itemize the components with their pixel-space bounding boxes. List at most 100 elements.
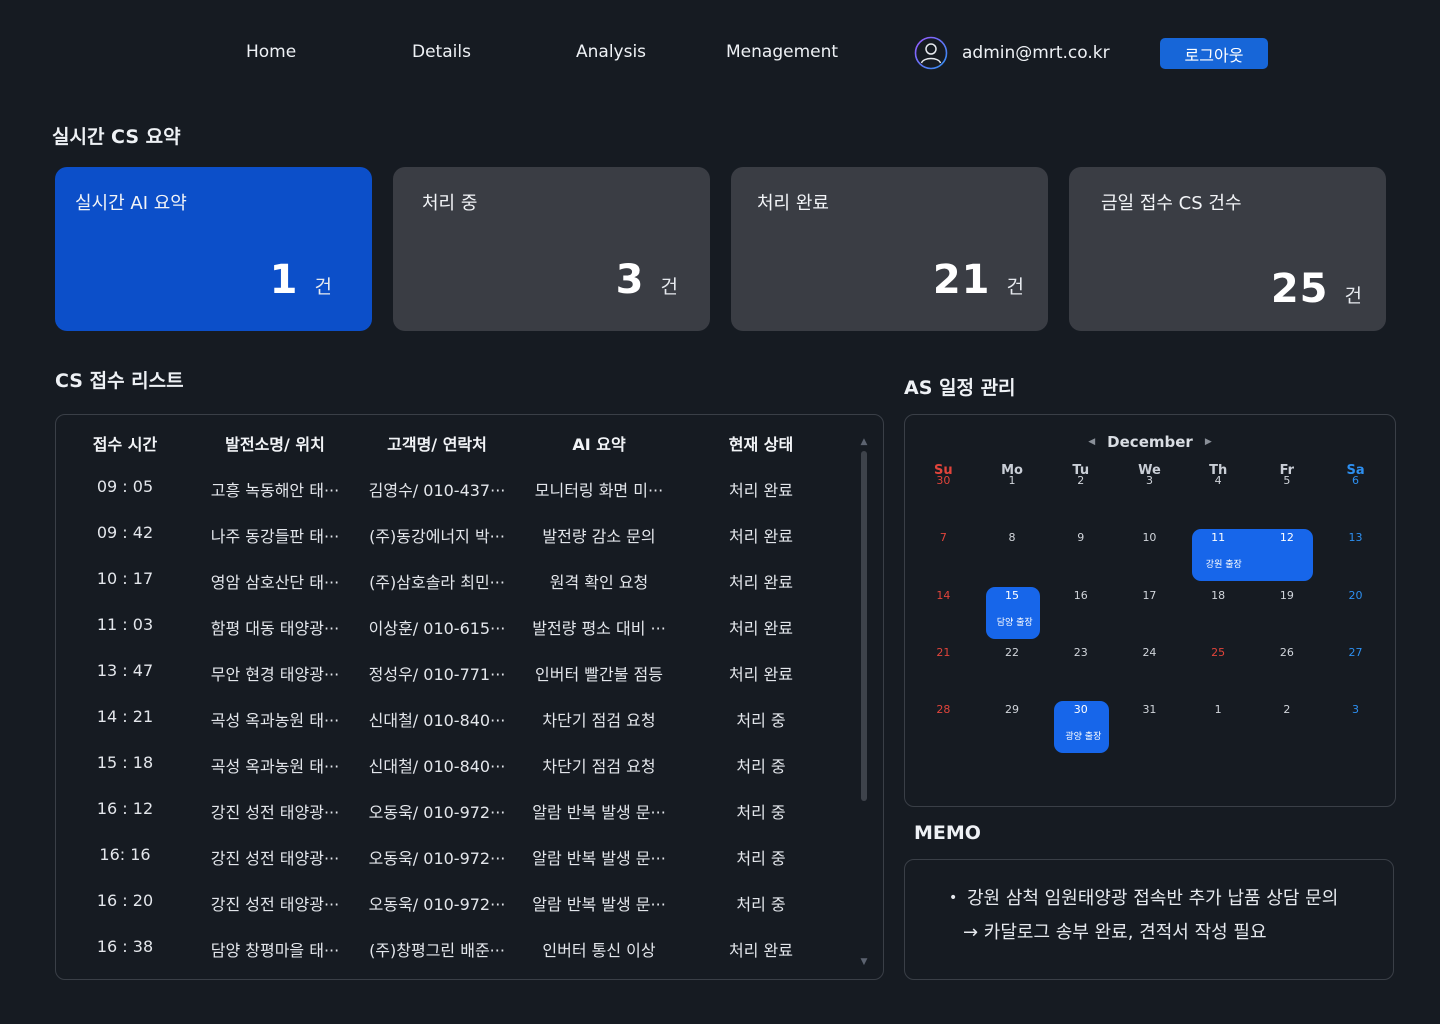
nav-management[interactable]: Menagement: [726, 42, 838, 62]
calendar-day[interactable]: 31: [1115, 703, 1184, 716]
logout-button[interactable]: 로그아웃: [1160, 38, 1268, 69]
scroll-down-icon[interactable]: ▼: [859, 957, 869, 967]
card-title: 금일 접수 CS 건수: [1101, 193, 1242, 214]
nav-home[interactable]: Home: [246, 42, 296, 62]
cell-time: 09 : 05: [96, 477, 154, 496]
summary-title: 실시간 CS 요약: [52, 126, 181, 148]
calendar-day[interactable]: 14: [909, 589, 978, 602]
cell-plant: 고흥 녹동해안 태···: [210, 481, 340, 500]
calendar-day[interactable]: 15: [978, 589, 1047, 602]
calendar-day[interactable]: 27: [1321, 646, 1390, 659]
calendar-day[interactable]: 23: [1046, 646, 1115, 659]
calendar-day[interactable]: 29: [978, 703, 1047, 716]
card-title: 처리 중: [422, 193, 478, 214]
calendar-day[interactable]: 5: [1253, 474, 1322, 487]
calendar-day[interactable]: 24: [1115, 646, 1184, 659]
cell-plant: 담양 창평마을 태···: [210, 941, 340, 960]
cell-customer: 정성우/ 010-771···: [368, 665, 506, 684]
card-title: 처리 완료: [757, 193, 829, 214]
calendar-day[interactable]: 2: [1046, 474, 1115, 487]
cell-ai-summary: 차단기 점검 요청: [542, 757, 656, 776]
cs-list-title: CS 접수 리스트: [55, 370, 184, 392]
table-row[interactable]: 10 : 17 영암 삼호산단 태··· (주)삼호솔라 최민··· 원격 확인 요청…: [56, 569, 856, 593]
memo-line: 강원 삼척 임원태양광 접속반 추가 납품 상담 문의: [967, 888, 1339, 909]
calendar-day[interactable]: 17: [1115, 589, 1184, 602]
card-count: 3 건: [616, 257, 678, 303]
card-number: 25: [1270, 266, 1329, 312]
cell-customer: 이상훈/ 010-615···: [368, 619, 506, 638]
cell-status: 처리 중: [736, 849, 786, 868]
scroll-up-icon[interactable]: ▲: [859, 437, 869, 447]
list-scrollbar[interactable]: ▲ ▼: [859, 437, 869, 967]
cell-plant: 함평 대동 태양광···: [210, 619, 340, 638]
calendar-day[interactable]: 21: [909, 646, 978, 659]
card-number: 1: [269, 257, 299, 303]
calendar-day[interactable]: 1: [1184, 703, 1253, 716]
calendar-day[interactable]: 25: [1184, 646, 1253, 659]
memo-title: MEMO: [914, 822, 981, 844]
cell-status: 처리 완료: [729, 573, 793, 592]
calendar-day[interactable]: 30: [909, 474, 978, 487]
table-row[interactable]: 15 : 18 곡성 옥과농원 태··· 신대철/ 010-840··· 차단기 점검…: [56, 753, 856, 777]
table-row[interactable]: 14 : 21 곡성 옥과농원 태··· 신대철/ 010-840··· 차단기 점검…: [56, 707, 856, 731]
calendar-day[interactable]: 4: [1184, 474, 1253, 487]
calendar-day[interactable]: 18: [1184, 589, 1253, 602]
calendar-day[interactable]: 7: [909, 531, 978, 544]
summary-card-in-progress[interactable]: 처리 중 3 건: [393, 167, 710, 331]
calendar-day[interactable]: 1: [978, 474, 1047, 487]
nav-analysis[interactable]: Analysis: [576, 42, 646, 62]
cell-ai-summary: 알람 반복 발생 문···: [532, 803, 666, 822]
user-avatar-icon[interactable]: [914, 36, 948, 70]
card-count: 21 건: [933, 257, 1024, 303]
cell-time: 09 : 42: [96, 523, 154, 542]
column-header: AI 요약: [572, 435, 626, 454]
calendar-day[interactable]: 30: [1046, 703, 1115, 716]
calendar-day[interactable]: 12: [1253, 531, 1322, 544]
next-month-icon[interactable]: ▶: [1205, 437, 1212, 447]
event-label: 담양 출장: [996, 617, 1033, 628]
user-email: admin@mrt.co.kr: [962, 43, 1110, 63]
summary-card-ai[interactable]: 실시간 AI 요약 1 건: [55, 167, 372, 331]
cell-plant: 영암 삼호산단 태···: [210, 573, 340, 592]
calendar-day[interactable]: 9: [1046, 531, 1115, 544]
calendar-day[interactable]: 8: [978, 531, 1047, 544]
card-number: 21: [932, 257, 991, 303]
cell-status: 처리 중: [736, 757, 786, 776]
calendar-day[interactable]: 16: [1046, 589, 1115, 602]
summary-card-done[interactable]: 처리 완료 21 건: [731, 167, 1048, 331]
cell-customer: (주)삼호솔라 최민···: [369, 573, 505, 592]
memo-panel[interactable]: • 강원 삼척 임원태양광 접속반 추가 납품 상담 문의 → 카달로그 송부 …: [904, 859, 1394, 980]
prev-month-icon[interactable]: ◀: [1088, 437, 1095, 447]
calendar-day[interactable]: 19: [1253, 589, 1322, 602]
table-row[interactable]: 16: 16 강진 성전 태양광··· 오동욱/ 010-972··· 알람 반복 발…: [56, 845, 856, 869]
cell-ai-summary: 차단기 점검 요청: [542, 711, 656, 730]
cell-plant: 무안 현경 태양광···: [210, 665, 340, 684]
calendar-day[interactable]: 28: [909, 703, 978, 716]
table-row[interactable]: 16 : 20 강진 성전 태양광··· 오동욱/ 010-972··· 알람 반복 …: [56, 891, 856, 915]
calendar-day[interactable]: 11: [1184, 531, 1253, 544]
calendar-day[interactable]: 6: [1321, 474, 1390, 487]
table-row[interactable]: 09 : 42 나주 동강들판 태··· (주)동강에너지 박··· 발전량 감소 문…: [56, 523, 856, 547]
calendar-day[interactable]: 3: [1115, 474, 1184, 487]
event-label: 강원 출장: [1205, 560, 1242, 571]
card-unit: 건: [1006, 276, 1024, 298]
calendar-day[interactable]: 2: [1253, 703, 1322, 716]
calendar-day[interactable]: 10: [1115, 531, 1184, 544]
table-row[interactable]: 16 : 12 강진 성전 태양광··· 오동욱/ 010-972··· 알람 반복 …: [56, 799, 856, 823]
cell-status: 처리 중: [736, 803, 786, 822]
calendar-day[interactable]: 13: [1321, 531, 1390, 544]
scroll-thumb[interactable]: [861, 451, 867, 801]
table-row[interactable]: 13 : 47 무안 현경 태양광··· 정성우/ 010-771··· 인버터 빨간…: [56, 661, 856, 685]
cell-time: 14 : 21: [96, 707, 154, 726]
table-row[interactable]: 16 : 38 담양 창평마을 태··· (주)창평그린 배준··· 인버터 통신 이…: [56, 937, 856, 961]
calendar-day[interactable]: 26: [1253, 646, 1322, 659]
calendar-title: AS 일정 관리: [904, 377, 1016, 399]
calendar-day[interactable]: 3: [1321, 703, 1390, 716]
table-row[interactable]: 11 : 03 함평 대동 태양광··· 이상훈/ 010-615··· 발전량 평소…: [56, 615, 856, 639]
summary-card-today[interactable]: 금일 접수 CS 건수 25 건: [1069, 167, 1386, 331]
column-header: 발전소명/ 위치: [225, 435, 325, 454]
table-row[interactable]: 09 : 05 고흥 녹동해안 태··· 김영수/ 010-437··· 모니터링 화…: [56, 477, 856, 501]
calendar-day[interactable]: 22: [978, 646, 1047, 659]
calendar-day[interactable]: 20: [1321, 589, 1390, 602]
nav-details[interactable]: Details: [412, 42, 471, 62]
